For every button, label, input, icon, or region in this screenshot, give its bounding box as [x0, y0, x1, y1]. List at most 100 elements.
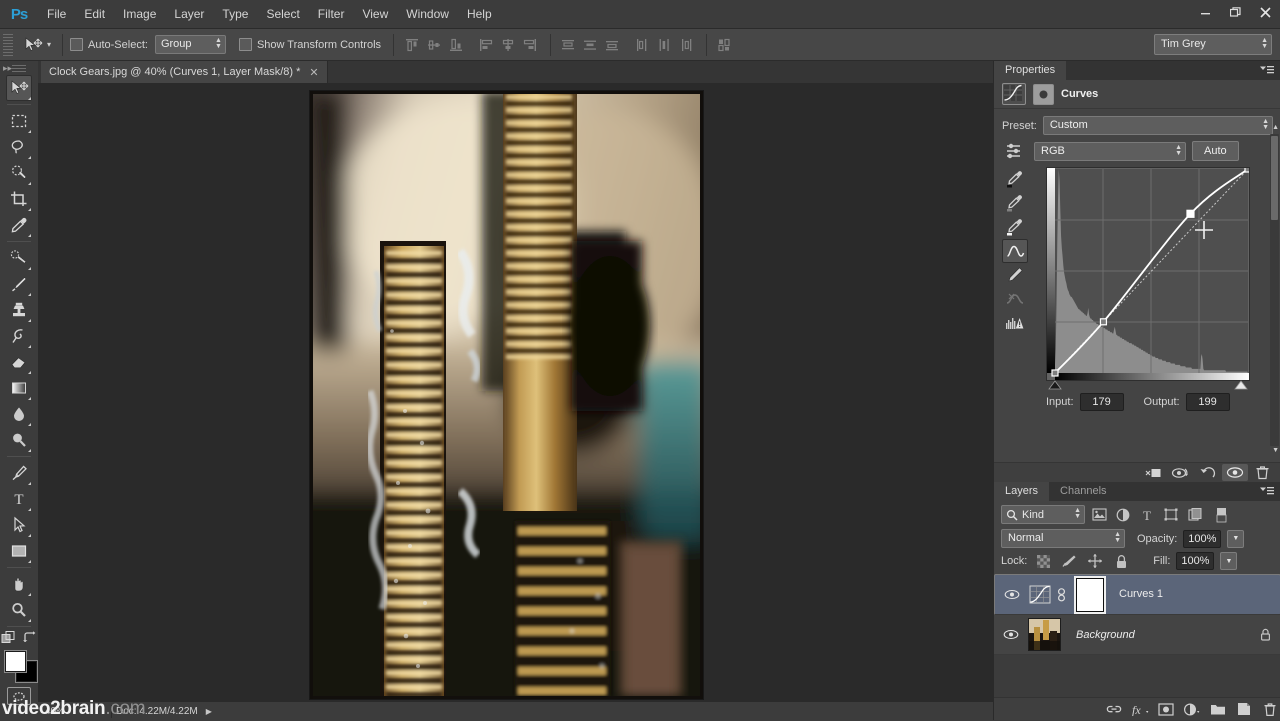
document-tab-close-icon[interactable]: ✕ [309, 66, 318, 79]
menu-image[interactable]: Image [114, 0, 165, 28]
gradient-tool[interactable] [6, 375, 32, 401]
menu-select[interactable]: Select [257, 0, 308, 28]
align-horizontal-centers-icon[interactable] [498, 35, 518, 55]
distribute-vertical-centers-icon[interactable] [580, 35, 600, 55]
view-previous-state-icon[interactable] [1168, 464, 1194, 481]
smooth-curve-icon[interactable] [1002, 287, 1028, 311]
rectangle-tool[interactable] [6, 538, 32, 564]
lasso-tool[interactable] [6, 134, 32, 160]
menu-layer[interactable]: Layer [165, 0, 213, 28]
eyedropper-tool[interactable] [6, 212, 32, 238]
menu-filter[interactable]: Filter [309, 0, 354, 28]
toggle-layer-visibility-icon[interactable] [1222, 464, 1248, 481]
edit-in-quick-mask-shortcut-icon[interactable] [1, 630, 16, 645]
lock-transparent-pixels-icon[interactable] [1033, 552, 1053, 570]
options-bar-grip[interactable] [3, 33, 13, 56]
gray-point-eyedropper-icon[interactable] [1002, 191, 1028, 215]
opacity-slider-chevron-icon[interactable]: ▼ [1227, 529, 1245, 548]
current-tool-preset-picker[interactable]: ▾ [19, 34, 55, 56]
scroll-up-arrow-icon[interactable]: ▲ [1272, 124, 1279, 131]
delete-adjustment-layer-icon[interactable] [1249, 464, 1275, 481]
menu-view[interactable]: View [353, 0, 397, 28]
tools-panel-grip[interactable] [12, 65, 26, 72]
workspace-switcher-dropdown[interactable]: Tim Grey ▲ ▼ [1154, 34, 1272, 55]
curves-endpoint-sliders[interactable] [1047, 380, 1249, 392]
toggle-layer-filtering-icon[interactable] [1211, 506, 1231, 524]
eraser-tool[interactable] [6, 349, 32, 375]
histogram-options-icon[interactable] [1002, 311, 1028, 335]
distribute-horizontal-centers-icon[interactable] [654, 35, 674, 55]
background-layer-thumbnail[interactable] [1028, 618, 1061, 651]
layer-row-curves-1[interactable]: Curves 1 [994, 574, 1280, 615]
dodge-tool[interactable] [6, 427, 32, 453]
crop-tool[interactable] [6, 186, 32, 212]
spot-healing-brush-tool[interactable] [6, 245, 32, 271]
type-tool[interactable]: T [6, 486, 32, 512]
preset-dropdown[interactable]: Custom ▲ ▼ [1042, 116, 1273, 135]
opacity-value-field[interactable]: 100% [1183, 529, 1222, 548]
tab-layers[interactable]: Layers [994, 482, 1050, 501]
mask-link-icon[interactable] [1057, 587, 1066, 602]
layer-visibility-toggle[interactable] [1001, 589, 1023, 600]
curves-layer-thumbnail[interactable] [1029, 585, 1051, 604]
auto-button[interactable]: Auto [1192, 141, 1239, 161]
zoom-tool[interactable] [6, 597, 32, 623]
channel-dropdown[interactable]: RGB ▲ ▼ [1034, 141, 1186, 161]
status-menu-arrow-icon[interactable]: ▶ [206, 707, 212, 716]
lock-all-icon[interactable] [1111, 552, 1131, 570]
layer-style-fx-icon[interactable]: fx [1129, 700, 1151, 718]
hand-tool[interactable] [6, 571, 32, 597]
canvas-area[interactable] [38, 83, 993, 701]
align-top-edges-icon[interactable] [402, 35, 422, 55]
curve-control-point[interactable] [1051, 369, 1059, 377]
menu-help[interactable]: Help [458, 0, 501, 28]
link-layers-icon[interactable] [1103, 700, 1125, 718]
curves-graph[interactable] [1046, 167, 1250, 390]
reset-adjustment-icon[interactable] [1195, 464, 1221, 481]
scroll-down-arrow-icon[interactable]: ▼ [1272, 447, 1279, 454]
quick-mask-mode-button[interactable] [7, 687, 31, 705]
fill-slider-chevron-icon[interactable]: ▼ [1220, 552, 1238, 570]
delete-layer-icon[interactable] [1259, 700, 1280, 718]
black-point-eyedropper-icon[interactable] [1002, 167, 1028, 191]
show-transform-controls-checkbox[interactable] [238, 38, 252, 51]
menu-edit[interactable]: Edit [75, 0, 114, 28]
quick-selection-tool[interactable] [6, 160, 32, 186]
align-left-edges-icon[interactable] [476, 35, 496, 55]
align-bottom-edges-icon[interactable] [446, 35, 466, 55]
layer-row-background[interactable]: Background [994, 615, 1280, 655]
move-tool[interactable] [6, 75, 32, 101]
properties-panel-menu-icon[interactable] [1260, 65, 1274, 76]
new-group-icon[interactable] [1207, 700, 1229, 718]
new-adjustment-layer-icon[interactable] [1181, 700, 1203, 718]
menu-type[interactable]: Type [213, 0, 257, 28]
clone-stamp-tool[interactable] [6, 297, 32, 323]
input-value-field[interactable]: 179 [1079, 393, 1124, 411]
filter-type-layers-icon[interactable]: T [1137, 506, 1157, 524]
zoom-level-field[interactable]: 40% [42, 704, 107, 719]
output-value-field[interactable]: 199 [1185, 393, 1230, 411]
align-vertical-centers-icon[interactable] [424, 35, 444, 55]
curves-presets-icon[interactable] [1002, 142, 1028, 160]
auto-select-scope-dropdown[interactable]: Group ▲ ▼ [154, 35, 226, 54]
minimize-button[interactable] [1190, 0, 1220, 24]
blend-mode-dropdown[interactable]: Normal ▲ ▼ [1001, 529, 1125, 548]
auto-align-layers-icon[interactable] [714, 35, 734, 55]
collapse-panels-icon[interactable]: ▸▸ [3, 63, 12, 74]
filter-shape-layers-icon[interactable] [1161, 506, 1181, 524]
pen-tool[interactable] [6, 460, 32, 486]
distribute-bottom-edges-icon[interactable] [602, 35, 622, 55]
filter-pixel-layers-icon[interactable] [1089, 506, 1109, 524]
menu-window[interactable]: Window [397, 0, 458, 28]
brush-tool[interactable] [6, 271, 32, 297]
align-right-edges-icon[interactable] [520, 35, 540, 55]
filter-adjustment-layers-icon[interactable] [1113, 506, 1133, 524]
document-image[interactable] [310, 91, 703, 699]
curve-control-point[interactable] [1244, 168, 1249, 173]
layer-visibility-toggle[interactable] [1000, 629, 1022, 640]
new-layer-icon[interactable] [1233, 700, 1255, 718]
lock-image-pixels-icon[interactable] [1059, 552, 1079, 570]
swap-colors-icon[interactable] [22, 630, 37, 645]
path-selection-tool[interactable] [6, 512, 32, 538]
distribute-right-edges-icon[interactable] [676, 35, 696, 55]
